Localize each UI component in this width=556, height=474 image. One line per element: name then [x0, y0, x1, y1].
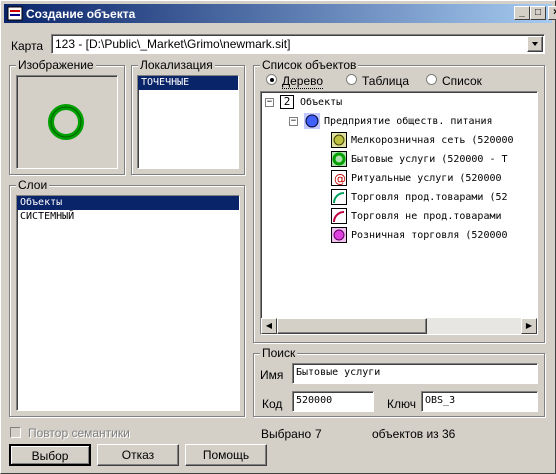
catering-icon: [304, 113, 320, 129]
collapse-icon[interactable]: −: [265, 97, 274, 107]
code-label: Код: [262, 397, 283, 411]
scroll-right-button[interactable]: ▶: [521, 318, 537, 334]
title-bar: Создание объекта _ □ ×: [4, 4, 556, 23]
objects-of-label: объектов из: [372, 427, 439, 441]
selected-label: Выбрано: [261, 427, 312, 441]
map-select-value: 123 - [D:\Public\_Market\Grimo\newmark.s…: [55, 37, 291, 51]
tree-group-label: Предприятие обществ. питания: [324, 116, 493, 127]
domestic-services-icon: [331, 151, 347, 167]
localization-item[interactable]: ТОЧЕЧНЫЕ: [138, 76, 238, 90]
view-list-radio[interactable]: [426, 74, 437, 85]
object-list-group: Список объектов Дерево Таблица Список −2…: [253, 58, 545, 343]
layers-title: Слои: [16, 178, 50, 192]
tree-item-label: Бытовые услуги (520000 - Т: [351, 154, 508, 165]
cancel-button[interactable]: Отказ: [97, 444, 179, 466]
maximize-button[interactable]: □: [530, 6, 546, 20]
name-field[interactable]: Бытовые услуги: [292, 363, 538, 384]
object-tree[interactable]: −2 Объекты − Предприятие обществ. питания …: [260, 91, 538, 335]
circle-object-icon: [48, 104, 84, 140]
collapse-icon[interactable]: −: [289, 116, 298, 126]
tree-item-label: Розничная торговля (520000: [351, 230, 508, 241]
image-group-title: Изображение: [16, 58, 96, 72]
tree-horizontal-scrollbar[interactable]: ◀ ▶: [261, 318, 537, 334]
help-button[interactable]: Помощь: [185, 444, 267, 466]
ritual-services-icon: @: [331, 170, 347, 186]
tree-item-label: Мелкорозничная сеть (520000: [351, 135, 514, 146]
map-dropdown-button[interactable]: [527, 36, 543, 52]
chevron-down-icon: [532, 42, 538, 46]
layer-item-system[interactable]: СИСТЕМНЫЙ: [17, 210, 239, 224]
key-label: Ключ: [387, 397, 416, 411]
tree-root-label: Объекты: [300, 97, 343, 108]
object-preview: [16, 75, 118, 169]
root-number-badge: 2: [280, 95, 294, 109]
tree-item-retail-trade[interactable]: Розничная торговля (520000: [331, 227, 508, 245]
selected-count: 7: [315, 427, 322, 441]
image-group: Изображение: [9, 58, 125, 175]
tree-root[interactable]: −2 Объекты: [265, 94, 342, 112]
layers-list[interactable]: Объекты СИСТЕМНЫЙ: [16, 195, 240, 411]
layers-group: Слои Объекты СИСТЕМНЫЙ: [9, 178, 245, 417]
localization-title: Локализация: [138, 58, 215, 72]
total-count: 36: [442, 427, 456, 441]
view-tree-label[interactable]: Дерево: [282, 74, 324, 89]
tree-item-label: Ритуальные услуги (520000: [351, 173, 502, 184]
scroll-thumb[interactable]: [277, 318, 427, 334]
name-label: Имя: [260, 368, 284, 382]
tree-item-label: Торговля прод.товарами (52: [351, 192, 508, 203]
app-icon: [7, 6, 23, 21]
tree-item-ritual-services[interactable]: @ Ритуальные услуги (520000: [331, 170, 502, 188]
repeat-semantics-checkbox[interactable]: [10, 427, 21, 438]
localization-list[interactable]: ТОЧЕЧНЫЕ: [137, 75, 239, 169]
view-table-label[interactable]: Таблица: [362, 74, 409, 88]
tree-group[interactable]: − Предприятие обществ. питания: [289, 113, 493, 131]
small-retail-icon: [331, 132, 347, 148]
retail-trade-icon: [331, 227, 347, 243]
repeat-semantics-label: Повтор семантики: [28, 426, 130, 440]
close-button[interactable]: ×: [548, 6, 556, 20]
nonfood-trade-icon: [331, 208, 347, 224]
scroll-left-button[interactable]: ◀: [261, 318, 277, 334]
svg-text:@: @: [334, 172, 346, 186]
select-button[interactable]: Выбор: [9, 444, 91, 466]
view-table-radio[interactable]: [346, 74, 357, 85]
view-tree-radio[interactable]: [266, 74, 277, 85]
tree-item-nonfood-trade[interactable]: Торговля не прод.товарами: [331, 208, 502, 226]
view-list-label[interactable]: Список: [442, 74, 482, 88]
object-list-title: Список объектов: [260, 58, 359, 72]
search-title: Поиск: [260, 346, 298, 360]
create-object-dialog: Создание объекта _ □ × Карта 123 - [D:\P…: [0, 0, 556, 474]
tree-item-label: Торговля не прод.товарами: [351, 211, 502, 222]
map-select[interactable]: 123 - [D:\Public\_Market\Grimo\newmark.s…: [51, 34, 545, 54]
localization-group: Локализация ТОЧЕЧНЫЕ: [131, 58, 245, 175]
layer-item-objects[interactable]: Объекты: [17, 196, 239, 210]
code-field[interactable]: 520000: [292, 391, 374, 412]
window-title: Создание объекта: [26, 7, 136, 21]
key-field[interactable]: OBS_3: [421, 391, 538, 412]
map-label: Карта: [11, 39, 44, 53]
food-trade-icon: [331, 189, 347, 205]
tree-item-small-retail[interactable]: Мелкорозничная сеть (520000: [331, 132, 514, 150]
tree-item-food-trade[interactable]: Торговля прод.товарами (52: [331, 189, 508, 207]
tree-item-domestic-services[interactable]: Бытовые услуги (520000 - Т: [331, 151, 508, 169]
minimize-button[interactable]: _: [514, 6, 530, 20]
